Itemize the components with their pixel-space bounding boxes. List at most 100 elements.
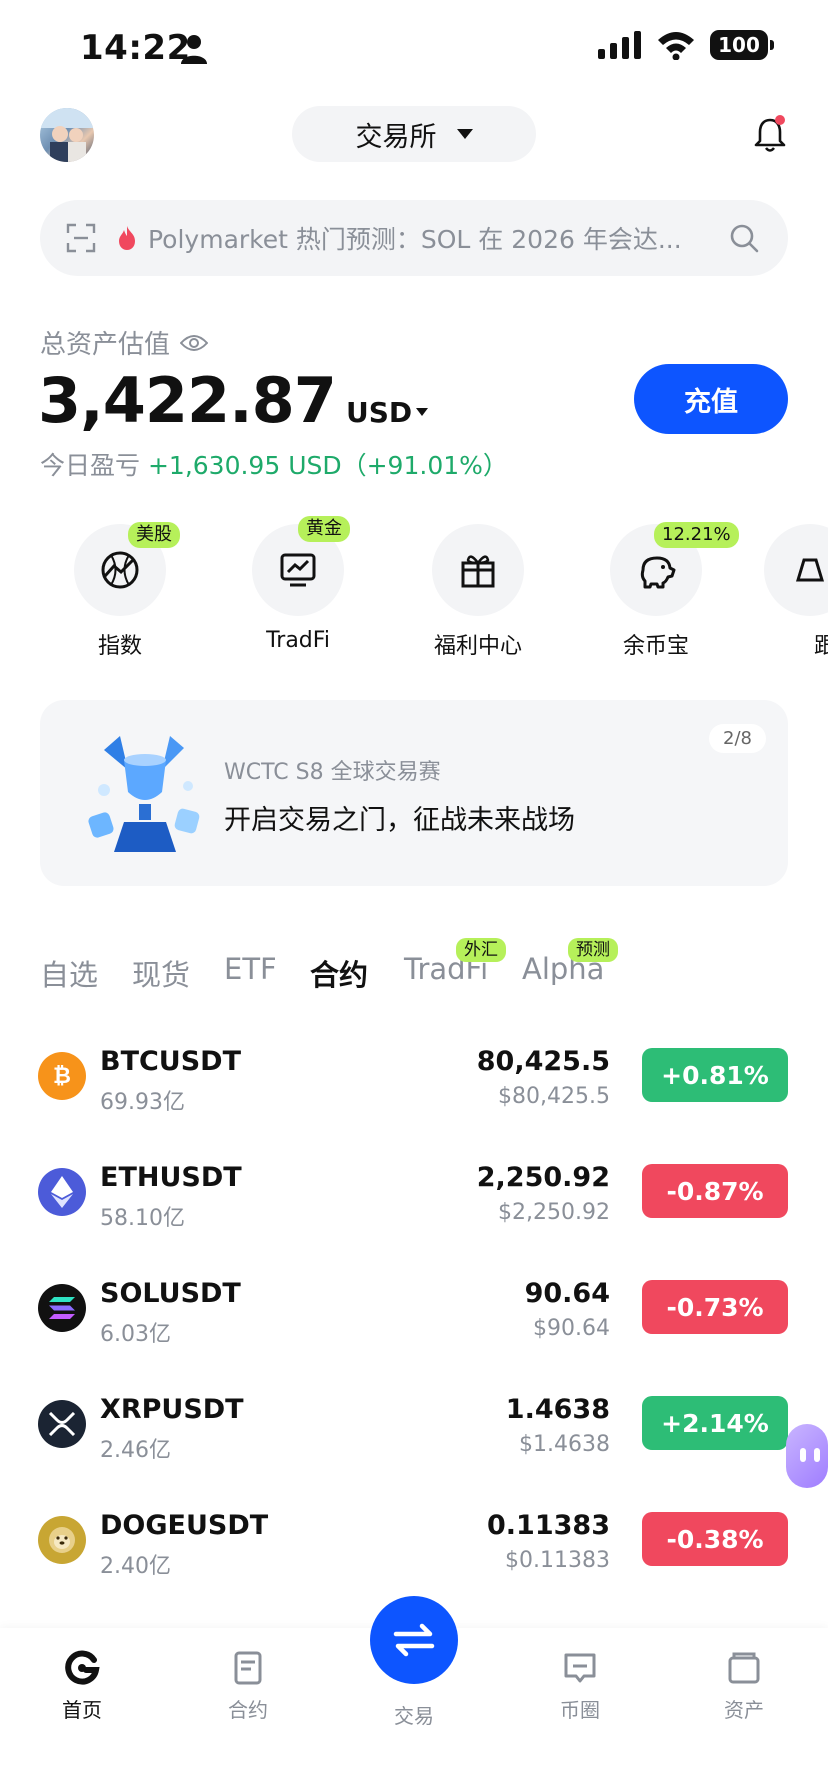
market-row-btc[interactable]: ₿ BTCUSDT 69.93亿 80,425.5 $80,425.5 +0.8… xyxy=(0,1040,828,1140)
currency-label: USD xyxy=(345,396,413,429)
tab-alpha[interactable]: Alpha 预测 xyxy=(522,938,618,986)
exchange-switcher[interactable]: 交易所 xyxy=(292,106,536,162)
shortcut-rewards[interactable]: 福利中心 xyxy=(408,524,548,660)
deposit-button[interactable]: 充值 xyxy=(634,364,788,434)
scan-icon[interactable] xyxy=(66,223,96,253)
wifi-icon xyxy=(658,32,694,60)
currency-selector[interactable]: USD xyxy=(345,396,429,429)
wallet-icon xyxy=(728,1652,760,1684)
market-volume: 2.46亿 xyxy=(100,1438,171,1463)
user-avatar[interactable] xyxy=(40,108,94,162)
promo-banner[interactable]: WCTC S8 全球交易赛 开启交易之门，征战未来战场 2/8 xyxy=(40,700,788,886)
fire-icon xyxy=(119,226,135,250)
daily-pnl[interactable]: 今日盈亏 +1,630.95 USD（+91.01%） xyxy=(40,446,508,482)
market-change-badge[interactable]: +2.14% xyxy=(642,1396,788,1450)
piggy-bank-icon xyxy=(640,556,676,589)
total-assets-value: 3,422.87 USD xyxy=(38,364,429,437)
market-price: 2,250.92 xyxy=(476,1162,610,1193)
market-symbol: ETHUSDT xyxy=(100,1162,242,1193)
person-icon xyxy=(181,35,207,64)
shortcut-icon-wrap xyxy=(764,524,828,616)
shortcut-label: 余币宝 xyxy=(622,634,689,659)
caret-down-icon xyxy=(416,408,429,416)
market-price: 0.11383 xyxy=(487,1510,610,1541)
pnl-label: 今日盈亏 xyxy=(40,451,141,480)
market-price: 90.64 xyxy=(524,1278,610,1309)
tab-tradfi[interactable]: TradFi 外汇 xyxy=(404,938,506,986)
nav-label: 币圈 xyxy=(560,1698,600,1722)
market-change-badge[interactable]: +0.81% xyxy=(642,1048,788,1102)
shortcut-row: 指数 美股 TradFi 黄金 福利中心 余币宝 12.21% 跟 xyxy=(0,516,828,659)
shortcut-tradfi[interactable]: TradFi 黄金 xyxy=(228,516,368,653)
market-row-sol[interactable]: SOLUSDT 6.03亿 90.64 $90.64 -0.73% xyxy=(0,1272,828,1372)
notification-bell-icon[interactable] xyxy=(752,114,788,154)
tab-label: 合约 xyxy=(310,958,369,992)
dogecoin-icon xyxy=(38,1516,86,1564)
search-hint-text: Polymarket 热门预测：SOL 在 2026 年会达... xyxy=(148,225,682,254)
ethereum-icon xyxy=(38,1168,86,1216)
nav-label: 合约 xyxy=(228,1698,268,1722)
eye-icon[interactable] xyxy=(180,333,209,353)
tab-etf[interactable]: ETF xyxy=(224,952,277,986)
market-symbol: SOLUSDT xyxy=(100,1278,241,1309)
nav-home[interactable]: 首页 xyxy=(22,1650,142,1723)
tab-futures[interactable]: 合约 xyxy=(310,952,368,994)
market-price: 80,425.5 xyxy=(476,1046,610,1077)
shortcut-label: 指数 xyxy=(97,634,142,659)
shortcut-copy-trade[interactable]: 跟 xyxy=(764,524,828,660)
assistant-eye-icon xyxy=(814,1448,820,1462)
market-usd-price: $2,250.92 xyxy=(498,1200,610,1225)
xrp-icon xyxy=(38,1400,86,1448)
search-bar[interactable]: Polymarket 热门预测：SOL 在 2026 年会达... xyxy=(40,200,788,276)
search-icon[interactable] xyxy=(728,222,760,254)
nav-futures[interactable]: 合约 xyxy=(188,1650,308,1723)
market-usd-price: $0.11383 xyxy=(505,1548,610,1573)
market-volume: 6.03亿 xyxy=(100,1322,171,1347)
tab-label: 自选 xyxy=(40,958,99,992)
nav-trade-label: 交易 xyxy=(394,1704,434,1728)
market-row-eth[interactable]: ETHUSDT 58.10亿 2,250.92 $2,250.92 -0.87% xyxy=(0,1156,828,1256)
market-change-badge[interactable]: -0.87% xyxy=(642,1164,788,1218)
market-volume: 58.10亿 xyxy=(100,1206,185,1231)
nav-label: 首页 xyxy=(62,1698,102,1722)
nav-label: 资产 xyxy=(724,1698,764,1722)
banner-title: 开启交易之门，征战未来战场 xyxy=(224,805,575,836)
market-volume: 69.93亿 xyxy=(100,1090,185,1115)
market-volume: 2.40亿 xyxy=(100,1554,171,1579)
total-assets-text: 总资产估值 xyxy=(40,330,171,360)
avatar-image xyxy=(40,108,94,162)
home-logo-icon xyxy=(65,1650,100,1685)
market-row-doge[interactable]: DOGEUSDT 2.40亿 0.11383 $0.11383 -0.38% xyxy=(0,1504,828,1604)
shortcut-index[interactable]: 指数 美股 xyxy=(50,522,190,660)
solana-icon xyxy=(38,1284,86,1332)
battery-level: 100 xyxy=(718,33,760,57)
market-price: 1.4638 xyxy=(505,1394,610,1425)
nav-feed[interactable]: 币圈 xyxy=(520,1650,640,1723)
banner-subtitle: WCTC S8 全球交易赛 xyxy=(224,760,441,785)
assistant-float-button[interactable] xyxy=(786,1424,828,1488)
tab-watchlist[interactable]: 自选 xyxy=(40,952,98,994)
shortcut-label: 福利中心 xyxy=(433,634,522,659)
tab-tag: 外汇 xyxy=(456,938,506,962)
chart-monitor-icon xyxy=(280,553,316,587)
market-change-badge[interactable]: -0.73% xyxy=(642,1280,788,1334)
tab-label: 现货 xyxy=(132,958,191,992)
assets-amount: 3,422.87 xyxy=(38,364,337,437)
pnl-value: +1,630.95 USD（+91.01%） xyxy=(147,451,508,480)
nav-assets[interactable]: 资产 xyxy=(684,1650,804,1723)
tab-spot[interactable]: 现货 xyxy=(132,952,190,994)
shortcut-icon-wrap xyxy=(432,524,524,616)
chat-square-icon xyxy=(564,1653,596,1683)
copy-trade-icon xyxy=(795,558,825,582)
market-symbol: XRPUSDT xyxy=(100,1394,244,1425)
trophy-illustration xyxy=(88,736,200,852)
market-row-xrp[interactable]: XRPUSDT 2.46亿 1.4638 $1.4638 +2.14% xyxy=(0,1388,828,1488)
shortcut-savings[interactable]: 余币宝 12.21% xyxy=(586,522,739,660)
document-icon xyxy=(234,1651,262,1685)
status-bar: 14:22 100 xyxy=(0,0,828,100)
market-usd-price: $90.64 xyxy=(533,1316,610,1341)
market-change-badge[interactable]: -0.38% xyxy=(642,1512,788,1566)
trade-button[interactable] xyxy=(370,1596,458,1684)
tab-label: ETF xyxy=(224,952,277,986)
bitcoin-icon: ₿ xyxy=(38,1052,86,1100)
